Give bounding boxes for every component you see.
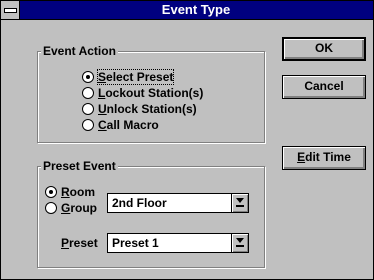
system-menu-icon[interactable] [1, 1, 20, 19]
location-select[interactable]: 2nd Floor [107, 193, 249, 213]
radio-select-preset-indicator[interactable] [82, 71, 94, 83]
radio-call-macro-indicator[interactable] [82, 119, 94, 131]
location-select-value: 2nd Floor [112, 196, 167, 210]
edit-time-button[interactable]: Edit Time [282, 146, 366, 170]
preset-field-label: Preset [61, 236, 98, 250]
dropdown-arrow-icon[interactable] [231, 194, 248, 212]
ok-button[interactable]: OK [282, 37, 366, 61]
unlock-stations-label: nlock Station(s) [106, 102, 197, 116]
radio-unlock-stations-indicator[interactable] [82, 103, 94, 115]
event-action-group: Event Action Select Preset Lockout Stati… [37, 44, 265, 143]
dropdown-arrow-icon[interactable] [231, 234, 248, 252]
select-preset-label: elect Preset [106, 70, 174, 84]
radio-group-indicator[interactable] [45, 202, 57, 214]
preset-select-value: Preset 1 [112, 236, 159, 250]
lockout-stations-label: ockout Station(s) [105, 86, 204, 100]
preset-select[interactable]: Preset 1 [107, 233, 249, 253]
radio-lockout-stations-indicator[interactable] [82, 87, 94, 99]
call-macro-label: all Macro [106, 118, 159, 132]
event-action-label: Event Action [41, 44, 118, 58]
event-type-dialog: Event Type Event Action Select Preset Lo… [0, 0, 374, 280]
group-label: roup [70, 201, 98, 215]
preset-event-label: Preset Event [41, 159, 118, 173]
room-label: oom [69, 185, 96, 199]
radio-room-indicator[interactable] [45, 186, 57, 198]
title-bar: Event Type [1, 1, 373, 20]
cancel-button[interactable]: Cancel [282, 75, 366, 99]
dialog-title: Event Type [161, 2, 231, 17]
preset-event-group: Preset Event Room Group 2nd Floor Preset… [37, 159, 265, 268]
